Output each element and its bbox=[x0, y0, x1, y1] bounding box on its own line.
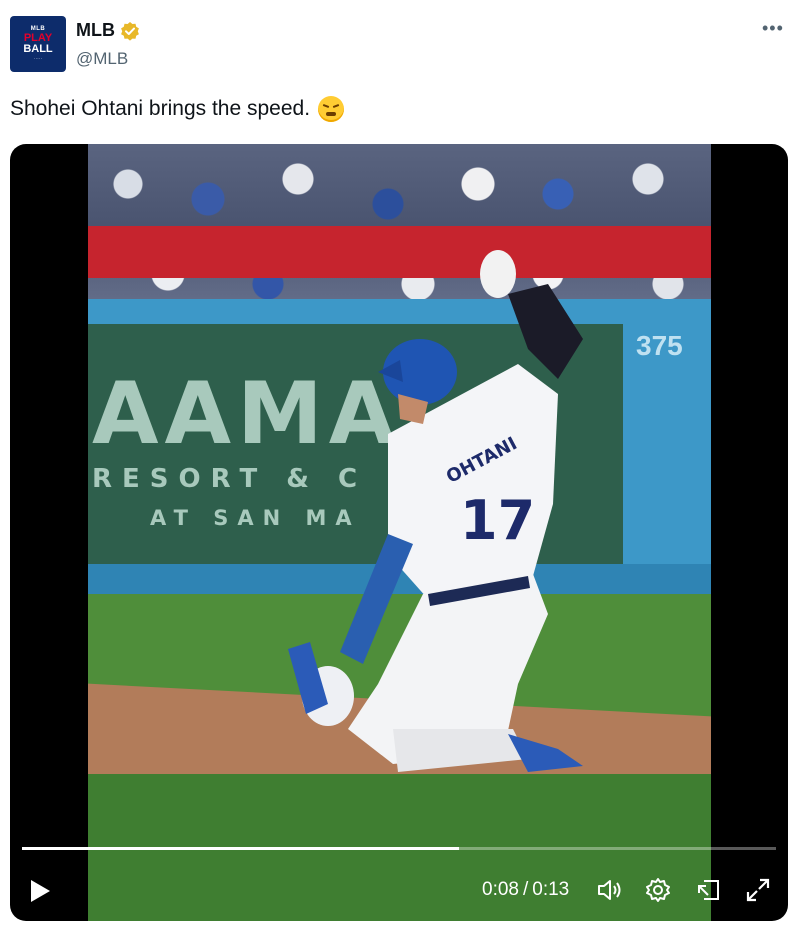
sliding-player-figure: OHTANI 17 bbox=[288, 250, 583, 772]
time-separator: / bbox=[522, 879, 529, 900]
author-handle[interactable]: @MLB bbox=[76, 49, 128, 69]
avatar-small-text: ····· bbox=[33, 56, 43, 62]
tweet-text: Shohei Ohtani brings the speed. bbox=[10, 96, 345, 122]
play-icon[interactable] bbox=[28, 878, 52, 904]
video-controls: 0:08 / 0:13 bbox=[10, 864, 788, 916]
author-name[interactable]: MLB bbox=[76, 20, 115, 41]
author-name-row: MLB bbox=[76, 20, 140, 41]
steam-face-emoji-icon bbox=[318, 96, 345, 122]
settings-icon[interactable] bbox=[644, 876, 672, 904]
video-player[interactable]: AAMA RESORT & C AT SAN MA 375 OHTANI 17 … bbox=[10, 144, 788, 921]
verified-icon[interactable] bbox=[120, 21, 140, 41]
video-time: 0:08 / 0:13 bbox=[482, 879, 569, 901]
jersey-number: 17 bbox=[460, 489, 535, 552]
avatar[interactable]: MLB PLAY BALL ····· bbox=[10, 16, 66, 72]
pip-icon[interactable] bbox=[695, 876, 723, 904]
video-progress-bar[interactable] bbox=[22, 847, 776, 850]
duration: 0:13 bbox=[532, 879, 570, 900]
avatar-text-line2: BALL bbox=[23, 43, 53, 55]
video-frame[interactable]: AAMA RESORT & C AT SAN MA 375 OHTANI 17 bbox=[88, 144, 711, 921]
fullscreen-icon[interactable] bbox=[744, 876, 772, 904]
current-time: 0:08 bbox=[482, 879, 519, 900]
more-icon[interactable]: ••• bbox=[762, 18, 784, 39]
tweet-body: Shohei Ohtani brings the speed. bbox=[10, 97, 311, 120]
volume-icon[interactable] bbox=[595, 876, 623, 904]
video-progress-fill bbox=[22, 847, 460, 850]
